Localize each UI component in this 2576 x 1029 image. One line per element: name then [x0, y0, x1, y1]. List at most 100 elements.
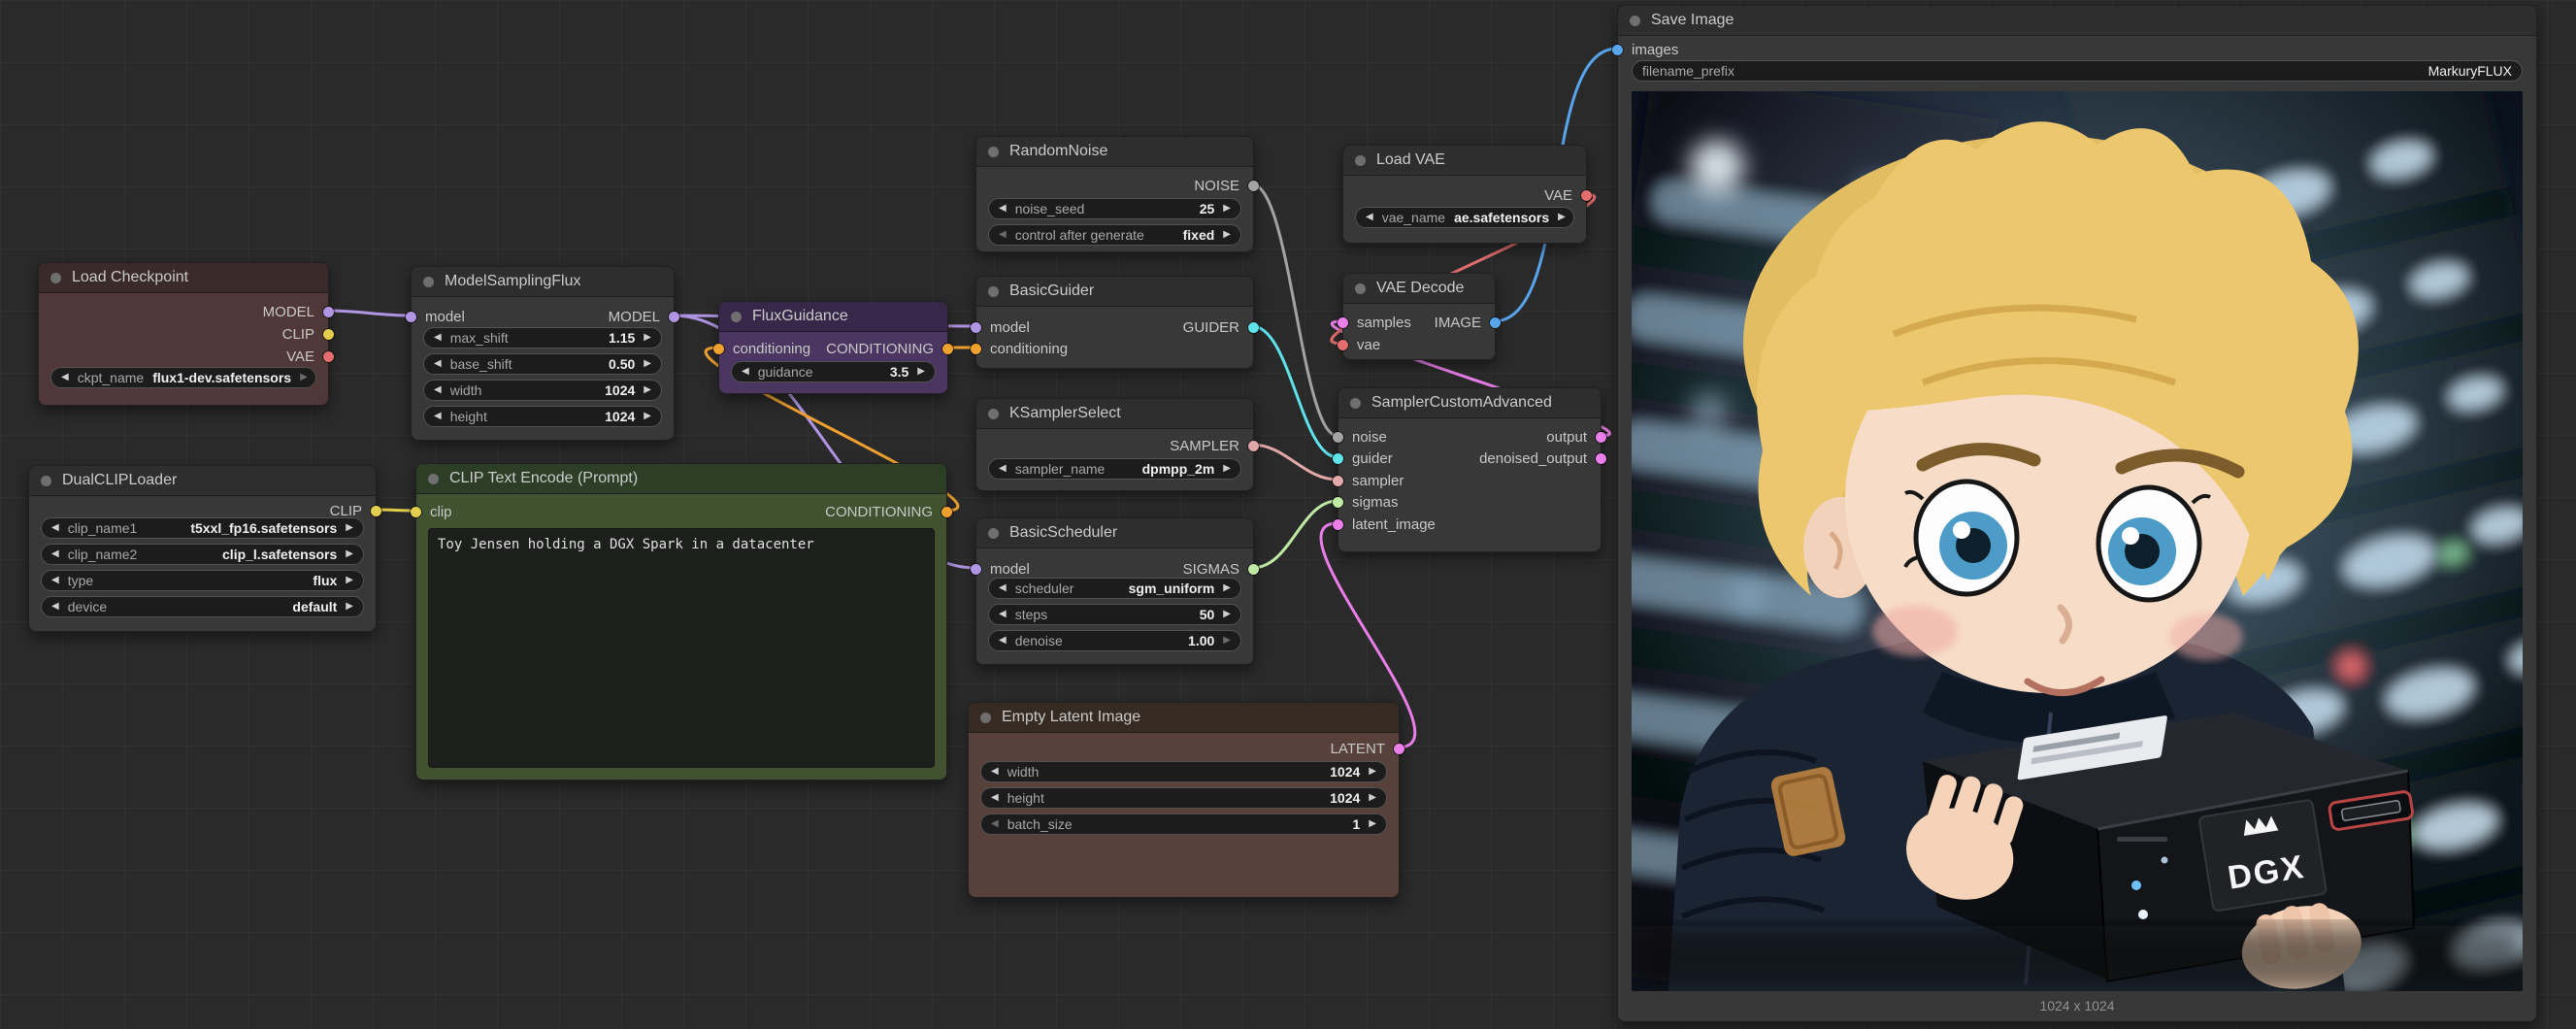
widget-clip-name1[interactable]: ◀ clip_name1 t5xxl_fp16.safetensors ▶: [41, 517, 364, 539]
arrow-left-icon[interactable]: ◀: [434, 359, 442, 369]
node-header[interactable]: CLIP Text Encode (Prompt): [416, 464, 946, 494]
arrow-left-icon[interactable]: ◀: [434, 385, 442, 395]
arrow-right-icon[interactable]: ▶: [300, 373, 308, 382]
arrow-right-icon[interactable]: ▶: [346, 576, 353, 585]
arrow-left-icon[interactable]: ◀: [999, 636, 1007, 646]
widget-base-shift[interactable]: ◀ base_shift 0.50 ▶: [423, 353, 662, 375]
widget-type[interactable]: ◀ type flux ▶: [41, 570, 364, 591]
clip-port-dot[interactable]: [323, 329, 334, 340]
model-port-dot[interactable]: [971, 564, 981, 575]
node-header[interactable]: VAE Decode: [1343, 274, 1495, 304]
node-load-vae[interactable]: Load VAE VAE ◀ vae_name ae.safetensors ▶: [1342, 145, 1587, 244]
widget-vae-name[interactable]: ◀ vae_name ae.safetensors ▶: [1355, 207, 1574, 228]
noise-port-dot[interactable]: [1333, 432, 1343, 443]
widget-sampler-name[interactable]: ◀ sampler_name dpmpp_2m ▶: [988, 458, 1241, 480]
node-empty-latent-image[interactable]: Empty Latent Image LATENT ◀ width 1024 ▶…: [968, 702, 1400, 898]
model-port-dot[interactable]: [669, 312, 679, 322]
arrow-left-icon[interactable]: ◀: [1366, 213, 1373, 222]
widget-guidance[interactable]: ◀ guidance 3.5 ▶: [731, 361, 936, 382]
arrow-right-icon[interactable]: ▶: [644, 359, 651, 369]
widget-scheduler[interactable]: ◀ scheduler sgm_uniform ▶: [988, 578, 1241, 599]
arrow-right-icon[interactable]: ▶: [1223, 204, 1231, 214]
node-model-sampling-flux[interactable]: ModelSamplingFlux model MODEL ◀ max_shif…: [411, 266, 675, 441]
node-header[interactable]: Load Checkpoint: [39, 263, 328, 293]
arrow-right-icon[interactable]: ▶: [1223, 464, 1231, 474]
latent-port-dot[interactable]: [1596, 432, 1606, 443]
widget-clip-name2[interactable]: ◀ clip_name2 clip_l.safetensors ▶: [41, 544, 364, 565]
widget-denoise[interactable]: ◀ denoise 1.00 ▶: [988, 630, 1241, 651]
arrow-right-icon[interactable]: ▶: [644, 412, 651, 421]
image-port-dot[interactable]: [1612, 45, 1623, 55]
vae-port-dot[interactable]: [323, 351, 334, 362]
arrow-left-icon[interactable]: ◀: [51, 549, 59, 559]
node-flux-guidance[interactable]: FluxGuidance conditioning CONDITIONING ◀…: [718, 301, 948, 394]
arrow-left-icon[interactable]: ◀: [999, 230, 1007, 240]
collapse-dot-icon[interactable]: [1630, 16, 1640, 26]
collapse-dot-icon[interactable]: [988, 286, 999, 297]
arrow-left-icon[interactable]: ◀: [51, 523, 59, 533]
collapse-dot-icon[interactable]: [988, 147, 999, 157]
arrow-left-icon[interactable]: ◀: [999, 204, 1007, 214]
latent-port-dot[interactable]: [1596, 453, 1606, 464]
conditioning-port-dot[interactable]: [942, 344, 953, 354]
collapse-dot-icon[interactable]: [731, 312, 742, 322]
collapse-dot-icon[interactable]: [1355, 283, 1366, 294]
clip-port-dot[interactable]: [411, 507, 421, 517]
node-dual-clip-loader[interactable]: DualCLIPLoader CLIP ◀ clip_name1 t5xxl_f…: [28, 465, 377, 632]
arrow-left-icon[interactable]: ◀: [61, 373, 69, 382]
arrow-left-icon[interactable]: ◀: [991, 767, 999, 777]
guider-port-dot[interactable]: [1248, 322, 1259, 333]
arrow-left-icon[interactable]: ◀: [434, 412, 442, 421]
widget-batch-size[interactable]: ◀ batch_size 1 ▶: [980, 813, 1387, 835]
vae-port-dot[interactable]: [1338, 340, 1348, 350]
arrow-right-icon[interactable]: ▶: [1223, 610, 1231, 619]
node-graph-canvas[interactable]: Load Checkpoint MODEL CLIP VAE ◀ ckpt_na…: [0, 0, 2576, 1029]
collapse-dot-icon[interactable]: [988, 528, 999, 539]
model-port-dot[interactable]: [406, 312, 416, 322]
widget-filename-prefix[interactable]: filename_prefix MarkuryFLUX: [1632, 60, 2523, 82]
arrow-right-icon[interactable]: ▶: [1558, 213, 1566, 222]
node-header[interactable]: BasicGuider: [976, 277, 1253, 307]
collapse-dot-icon[interactable]: [1350, 398, 1361, 409]
widget-height[interactable]: ◀ height 1024 ▶: [423, 406, 662, 427]
arrow-left-icon[interactable]: ◀: [991, 793, 999, 803]
node-load-checkpoint[interactable]: Load Checkpoint MODEL CLIP VAE ◀ ckpt_na…: [38, 262, 329, 406]
node-header[interactable]: BasicScheduler: [976, 518, 1253, 548]
collapse-dot-icon[interactable]: [423, 277, 434, 287]
arrow-left-icon[interactable]: ◀: [991, 819, 999, 829]
arrow-right-icon[interactable]: ▶: [1223, 230, 1231, 240]
arrow-left-icon[interactable]: ◀: [999, 464, 1007, 474]
sigmas-port-dot[interactable]: [1333, 497, 1343, 508]
guider-port-dot[interactable]: [1333, 453, 1343, 464]
arrow-left-icon[interactable]: ◀: [51, 576, 59, 585]
node-sampler-custom-advanced[interactable]: SamplerCustomAdvanced noise guider sampl…: [1338, 387, 1602, 552]
clip-port-dot[interactable]: [371, 506, 381, 516]
arrow-right-icon[interactable]: ▶: [346, 549, 353, 559]
node-basic-scheduler[interactable]: BasicScheduler model SIGMAS ◀ scheduler …: [975, 517, 1254, 665]
widget-width[interactable]: ◀ width 1024 ▶: [980, 761, 1387, 782]
arrow-right-icon[interactable]: ▶: [1223, 583, 1231, 593]
collapse-dot-icon[interactable]: [428, 474, 439, 484]
arrow-right-icon[interactable]: ▶: [1369, 767, 1376, 777]
noise-port-dot[interactable]: [1248, 181, 1259, 191]
model-port-dot[interactable]: [971, 322, 981, 333]
sampler-port-dot[interactable]: [1248, 441, 1259, 451]
collapse-dot-icon[interactable]: [1355, 155, 1366, 166]
image-port-dot[interactable]: [1490, 317, 1501, 328]
node-header[interactable]: FluxGuidance: [719, 302, 947, 332]
sigmas-port-dot[interactable]: [1248, 564, 1259, 575]
latent-port-dot[interactable]: [1333, 519, 1343, 530]
collapse-dot-icon[interactable]: [50, 273, 61, 283]
node-header[interactable]: RandomNoise: [976, 137, 1253, 167]
arrow-left-icon[interactable]: ◀: [999, 610, 1007, 619]
arrow-left-icon[interactable]: ◀: [51, 602, 59, 612]
prompt-textarea[interactable]: Toy Jensen holding a DGX Spark in a data…: [428, 528, 935, 768]
model-port-dot[interactable]: [323, 307, 334, 317]
widget-width[interactable]: ◀ width 1024 ▶: [423, 380, 662, 401]
node-basic-guider[interactable]: BasicGuider model conditioning GUIDER: [975, 276, 1254, 369]
arrow-left-icon[interactable]: ◀: [742, 367, 749, 377]
widget-max-shift[interactable]: ◀ max_shift 1.15 ▶: [423, 327, 662, 349]
collapse-dot-icon[interactable]: [988, 409, 999, 419]
arrow-right-icon[interactable]: ▶: [1369, 819, 1376, 829]
widget-noise-seed[interactable]: ◀ noise_seed 25 ▶: [988, 198, 1241, 219]
